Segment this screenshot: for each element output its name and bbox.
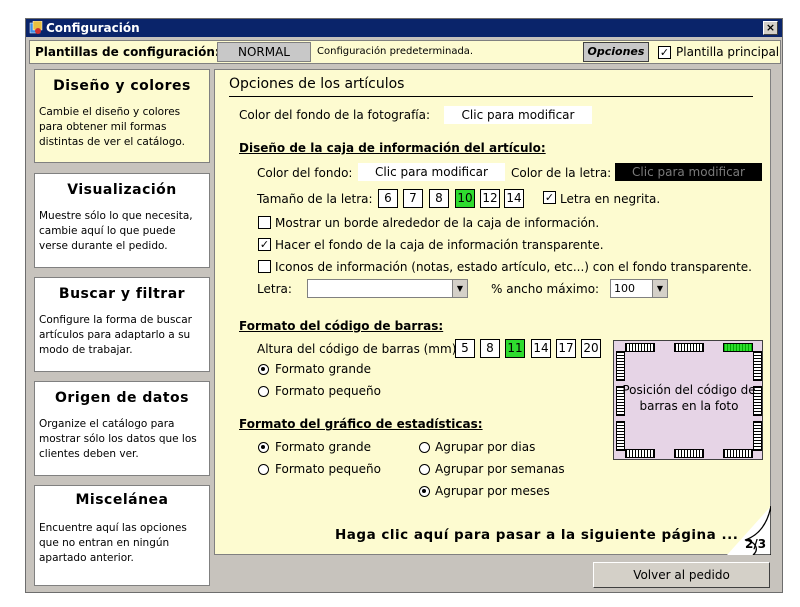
group-days-radio[interactable] [419,442,430,453]
close-button[interactable]: × [763,21,778,35]
sidebar-item-display[interactable]: Visualización Muestre sólo lo que necesi… [34,173,210,268]
sidebar-item-data-source[interactable]: Origen de datos Organize el catálogo par… [34,381,210,476]
options-button[interactable]: Opciones [583,42,649,62]
font-size-7[interactable]: 7 [403,189,423,208]
sidebar-item-desc: Configure la forma de buscar artículos p… [39,314,192,356]
font-size-label: Tamaño de la letra: [257,192,373,206]
icons-transparent-label: Iconos de información (notas, estado art… [275,260,752,274]
chevron-down-icon: ▼ [452,280,467,297]
barcode-height-5[interactable]: 5 [455,339,475,358]
font-size-8[interactable]: 8 [429,189,449,208]
border-checkbox[interactable] [258,216,271,229]
photo-bg-label: Color del fondo de la fotografía: [239,108,431,122]
barcode-pos-left-bottom[interactable] [616,421,625,451]
barcode-pos-left-top[interactable] [616,351,625,381]
font-size-10[interactable]: 10 [455,189,475,208]
sidebar-item-title: Diseño y colores [53,78,191,94]
border-label: Mostrar un borde alrededor de la caja de… [275,216,600,230]
info-bg-color-button[interactable]: Clic para modificar [358,163,505,181]
sidebar-item-desc: Organize el catálogo para mostrar sólo l… [39,418,197,460]
sidebar-item-title: Visualización [67,182,177,198]
template-selector[interactable]: NORMAL [217,42,311,62]
font-color-label: Color de la letra: [511,166,612,180]
next-page-link[interactable]: Haga clic aquí para pasar a la siguiente… [335,527,738,543]
sidebar-item-misc[interactable]: Miscelánea Encuentre aquí las opciones q… [34,485,210,586]
font-color-button[interactable]: Clic para modificar [615,163,762,181]
barcode-pos-top-left[interactable] [625,343,655,352]
barcode-height-8[interactable]: 8 [480,339,500,358]
max-width-select[interactable]: 100 ▼ [610,279,668,298]
page-indicator: 2/3 [745,537,767,551]
group-weeks-radio[interactable] [419,464,430,475]
barcode-heading: Formato del código de barras: [239,319,444,333]
sidebar-item-design[interactable]: Diseño y colores Cambie el diseño y colo… [34,69,210,163]
barcode-pos-bottom-left[interactable] [625,449,655,458]
transparent-bg-checkbox[interactable]: ✓ [258,238,271,251]
sidebar-item-desc: Muestre sólo lo que necesita, cambie aqu… [39,210,193,252]
barcode-small-radio[interactable] [258,386,269,397]
template-label: Plantillas de configuración: [35,45,220,59]
sidebar-item-search[interactable]: Buscar y filtrar Configure la forma de b… [34,277,210,372]
barcode-height-11[interactable]: 11 [505,339,525,358]
main-template-label: Plantilla principal [676,45,780,59]
stats-small-label: Formato pequeño [275,462,381,476]
group-months-label: Agrupar por meses [435,484,550,498]
info-bg-label: Color del fondo: [257,166,353,180]
barcode-pos-bottom-right[interactable] [723,449,753,458]
font-size-12[interactable]: 12 [480,189,500,208]
barcode-small-label: Formato pequeño [275,384,381,398]
stats-large-label: Formato grande [275,440,371,454]
main-template-checkbox[interactable]: ✓ [658,46,671,59]
article-options-panel: Opciones de los artículos Color del fond… [214,69,771,555]
font-size-6[interactable]: 6 [378,189,398,208]
group-days-label: Agrupar por dias [435,440,536,454]
group-months-radio[interactable] [419,486,430,497]
stats-large-radio[interactable] [258,442,269,453]
barcode-position-text: Posición del código de barras en la foto [622,383,756,413]
bold-checkbox[interactable]: ✓ [543,191,556,204]
group-weeks-label: Agrupar por semanas [435,462,565,476]
barcode-large-radio[interactable] [258,364,269,375]
chevron-down-icon: ▼ [652,280,667,297]
template-toolbar: Plantillas de configuración: NORMAL Conf… [29,40,781,64]
transparent-bg-label: Hacer el fondo de la caja de información… [275,238,604,252]
stats-heading: Formato del gráfico de estadísticas: [239,417,483,431]
config-window: Configuración × Plantillas de configurac… [25,18,783,593]
stats-small-radio[interactable] [258,464,269,475]
panel-title: Opciones de los artículos [229,76,405,92]
info-box-heading: Diseño de la caja de información del art… [239,141,546,155]
bold-label: Letra en negrita. [560,192,661,206]
font-select[interactable]: ▼ [307,279,468,298]
barcode-pos-top-center[interactable] [674,343,704,352]
app-icon [29,21,43,34]
barcode-pos-right-bottom[interactable] [753,421,762,451]
max-width-value: 100 [614,282,635,295]
sidebar-item-title: Origen de datos [55,390,189,406]
barcode-pos-right-top[interactable] [753,351,762,381]
template-description: Configuración predeterminada. [317,46,474,57]
photo-bg-color-button[interactable]: Clic para modificar [444,106,592,124]
sidebar-item-desc: Encuentre aquí las opciones que no entra… [39,522,187,564]
title-divider [229,96,753,97]
font-size-14[interactable]: 14 [504,189,524,208]
barcode-height-17[interactable]: 17 [556,339,576,358]
window-title: Configuración [46,21,140,35]
barcode-height-label: Altura del código de barras (mm): [257,342,461,356]
barcode-large-label: Formato grande [275,362,371,376]
icons-transparent-checkbox[interactable] [258,260,271,273]
sidebar-item-title: Buscar y filtrar [58,286,186,302]
sidebar-item-desc: Cambie el diseño y colores para obtener … [39,106,185,148]
sidebar-item-title: Miscelánea [75,492,169,508]
title-bar: Configuración × [26,19,782,37]
barcode-pos-top-right[interactable] [723,343,753,352]
back-to-order-button[interactable]: Volver al pedido [593,562,770,588]
barcode-height-20[interactable]: 20 [581,339,601,358]
barcode-height-14[interactable]: 14 [531,339,551,358]
max-width-label: % ancho máximo: [491,282,600,296]
barcode-position-picker: Posición del código de barras en la foto [613,340,763,460]
font-label: Letra: [257,282,292,296]
barcode-pos-bottom-center[interactable] [674,449,704,458]
